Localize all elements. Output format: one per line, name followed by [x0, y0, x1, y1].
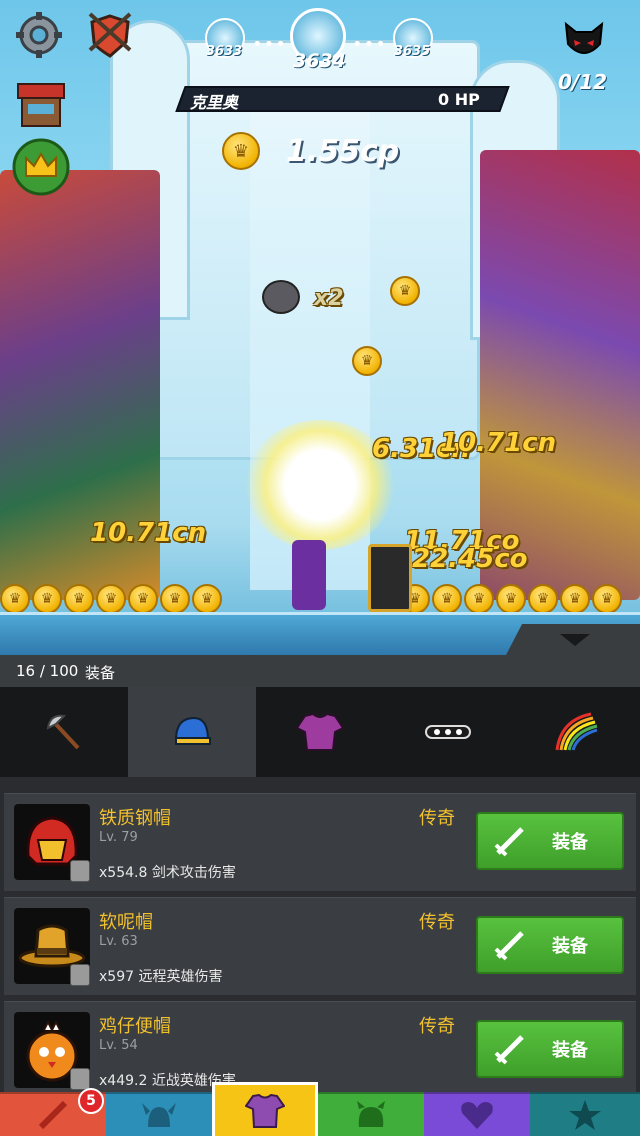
heart-icon	[461, 1102, 493, 1129]
item-name: 软呢帽	[99, 912, 153, 933]
equip-button-label: 装备	[552, 832, 588, 853]
floating-coin-2: ♛	[352, 346, 382, 376]
shirt-icon	[245, 1093, 285, 1128]
equipment-list[interactable]: 铁质钢帽 Lv. 79 x554.8 剑术攻击伤害 传奇 装备 软呢帽 Lv. …	[0, 777, 640, 1092]
shield-swords-icon[interactable]	[84, 10, 136, 60]
creature-icon	[357, 1101, 385, 1127]
list-item[interactable]: 铁质钢帽 Lv. 79 x554.8 剑术攻击伤害 传奇 装备	[4, 793, 636, 891]
item-name: 鸡仔便帽	[99, 1016, 171, 1037]
tab-cape[interactable]	[512, 687, 640, 777]
stage-dots-left: •••	[252, 34, 287, 55]
sword-icon	[488, 1029, 532, 1069]
stage-prev: 3633	[206, 44, 243, 59]
crown-icon[interactable]	[12, 138, 70, 196]
viking-helmet-icon	[142, 1103, 176, 1127]
collapse-panel-icon[interactable]	[506, 624, 640, 655]
damage-number-2: 10.71cn	[440, 428, 557, 458]
cap-icon	[174, 716, 211, 745]
equipment-label: 装备	[85, 664, 116, 682]
bottom-nav: 5	[0, 1082, 640, 1136]
axe-icon	[46, 714, 80, 750]
multiplier: x2	[314, 286, 344, 311]
tab-accessory[interactable]	[384, 687, 512, 777]
equipment-count: 16 / 100	[16, 662, 79, 680]
equip-button-label: 装备	[552, 1040, 588, 1061]
rainbow-cape-icon	[555, 712, 598, 751]
item-level: Lv. 79	[99, 830, 138, 845]
item-rarity: 传奇	[419, 1016, 455, 1037]
item-rarity: 传奇	[419, 808, 455, 829]
tab-armor[interactable]	[256, 687, 384, 777]
star-icon	[569, 1100, 601, 1130]
equip-button[interactable]: 装备	[476, 1020, 624, 1078]
notification-badge: 5	[78, 1088, 104, 1114]
equip-button[interactable]: 装备	[476, 916, 624, 974]
damage-number-3: 10.71cn	[90, 518, 207, 548]
tab-helmet[interactable]	[128, 687, 256, 777]
list-item[interactable]: 鸡仔便帽 Lv. 54 x449.2 近战英雄伤害 传奇 装备	[4, 1001, 636, 1092]
gold-coin-icon: ♛	[222, 132, 260, 170]
bracelet-icon	[425, 725, 471, 739]
settings-gear-icon[interactable]	[14, 10, 64, 60]
list-item[interactable]: 软呢帽 Lv. 63 x597 远程英雄伤害 传奇 装备	[4, 897, 636, 995]
sword-icon	[488, 821, 532, 861]
sword-icon	[488, 925, 532, 965]
speaker-prop	[368, 544, 412, 612]
lock-icon	[70, 1068, 90, 1090]
damage-number-5: 22.45co	[412, 544, 528, 574]
coin-pile-right: ♛ ♛ ♛ ♛ ♛ ♛ ♛	[400, 584, 640, 614]
equip-button-label: 装备	[552, 936, 588, 957]
game-screen: 3633 ••• 3634 ••• 3635 0/12 克里奥 0 HP ♛ 1…	[0, 0, 640, 1136]
item-level: Lv. 63	[99, 934, 138, 949]
coin-pile-left: ♛ ♛ ♛ ♛ ♛ ♛ ♛	[0, 584, 240, 614]
currency-amount: 1.55cp	[286, 134, 400, 169]
item-rarity: 传奇	[419, 912, 455, 933]
boss-hp: 0 HP	[438, 90, 480, 109]
battle-scene[interactable]: 3633 ••• 3634 ••• 3635 0/12 克里奥 0 HP ♛ 1…	[0, 0, 640, 655]
boss-mark-icon	[262, 280, 300, 314]
boss-name: 克里奥	[190, 93, 239, 112]
shirt-icon	[295, 712, 345, 751]
hero-character	[292, 540, 326, 610]
floating-coin-1: ♛	[390, 276, 420, 306]
nav-artifacts[interactable]	[530, 1092, 640, 1136]
stage-next: 3635	[394, 44, 431, 59]
equip-button[interactable]: 装备	[476, 812, 624, 870]
sword-icon	[38, 1100, 68, 1130]
nav-sword[interactable]: 5	[0, 1088, 106, 1136]
item-name: 铁质钢帽	[99, 808, 171, 829]
nav-pets[interactable]	[318, 1092, 424, 1136]
nav-equipment[interactable]	[212, 1082, 318, 1136]
lock-icon	[70, 860, 90, 882]
boss-skull-icon[interactable]	[562, 18, 606, 62]
kill-counter: 0/12	[558, 70, 608, 94]
item-level: Lv. 54	[99, 1038, 138, 1053]
lock-icon	[70, 964, 90, 986]
nav-heroes[interactable]	[106, 1092, 212, 1136]
equipment-count-bar: 16 / 100 装备	[0, 655, 640, 687]
item-bonus: x554.8 剑术攻击伤害	[99, 865, 236, 881]
nav-relics[interactable]	[424, 1092, 530, 1136]
shop-stall-icon[interactable]	[14, 80, 68, 130]
equipment-category-tabs	[0, 687, 640, 777]
stage-current: 3634	[293, 50, 346, 72]
item-bonus: x597 远程英雄伤害	[99, 969, 223, 985]
tab-weapon[interactable]	[0, 687, 128, 777]
stage-dots-right: •••	[352, 34, 387, 55]
